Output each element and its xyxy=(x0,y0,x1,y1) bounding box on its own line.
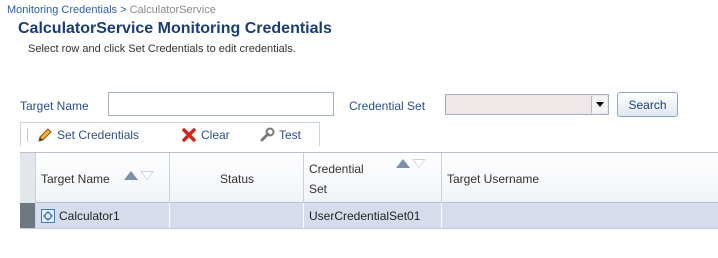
cell-target-name-text: Calculator1 xyxy=(59,208,120,223)
sort-ascending-icon[interactable] xyxy=(396,159,410,168)
breadcrumb-separator: > xyxy=(120,4,127,16)
pencil-icon xyxy=(38,128,52,142)
column-header-target-name[interactable]: Target Name xyxy=(36,153,170,203)
column-header-target-username-label: Target Username xyxy=(447,172,540,186)
cell-target-username xyxy=(442,203,718,228)
clear-button[interactable]: Clear xyxy=(181,127,230,143)
sort-descending-icon[interactable] xyxy=(412,159,426,168)
cell-target-name[interactable]: Calculator1 xyxy=(36,203,170,228)
wrench-icon xyxy=(260,127,275,142)
column-header-target-name-label: Target Name xyxy=(41,172,110,186)
table-row[interactable]: Calculator1 UserCredentialSet01 xyxy=(20,203,718,229)
page-title: CalculatorService Monitoring Credentials xyxy=(18,20,332,37)
sort-descending-icon[interactable] xyxy=(140,171,154,180)
clear-label: Clear xyxy=(201,128,230,142)
row-selector[interactable] xyxy=(20,203,36,228)
row-selector-header xyxy=(20,153,36,203)
breadcrumb: Monitoring Credentials > CalculatorServi… xyxy=(7,4,216,16)
table-toolbar: Set Credentials Clear Test xyxy=(20,122,320,146)
search-button[interactable]: Search xyxy=(617,92,678,117)
cell-status xyxy=(170,203,304,228)
credential-set-select[interactable] xyxy=(445,94,609,115)
target-name-label: Target Name xyxy=(20,99,89,113)
sort-icon[interactable] xyxy=(124,171,154,180)
column-header-credential-set-line1: Credential xyxy=(309,162,364,176)
instructions-text: Select row and click Set Credentials to … xyxy=(28,43,296,55)
breadcrumb-current: CalculatorService xyxy=(129,4,216,16)
sort-icon[interactable] xyxy=(396,159,426,168)
credentials-table: Target Name Status Credential Set Target… xyxy=(20,152,718,237)
target-name-input[interactable] xyxy=(108,92,334,116)
set-credentials-button[interactable]: Set Credentials xyxy=(37,127,139,143)
chevron-down-icon[interactable] xyxy=(591,96,607,113)
target-service-icon xyxy=(41,208,55,223)
credential-set-label: Credential Set xyxy=(349,99,426,113)
column-header-target-username[interactable]: Target Username xyxy=(442,153,718,203)
cell-credential-set-text: UserCredentialSet01 xyxy=(309,208,421,223)
sort-ascending-icon[interactable] xyxy=(124,171,138,180)
set-credentials-label: Set Credentials xyxy=(57,128,140,142)
cell-credential-set: UserCredentialSet01 xyxy=(304,203,442,228)
column-header-credential-set[interactable]: Credential Set xyxy=(304,153,442,203)
column-header-status-label: Status xyxy=(220,172,255,186)
test-label: Test xyxy=(279,128,302,142)
red-x-icon xyxy=(182,128,196,142)
column-header-status[interactable]: Status xyxy=(170,153,304,203)
toolbar-divider xyxy=(27,128,28,142)
test-button[interactable]: Test xyxy=(259,127,301,143)
breadcrumb-link-monitoring-credentials[interactable]: Monitoring Credentials xyxy=(7,4,117,16)
column-header-credential-set-line2: Set xyxy=(309,182,328,196)
